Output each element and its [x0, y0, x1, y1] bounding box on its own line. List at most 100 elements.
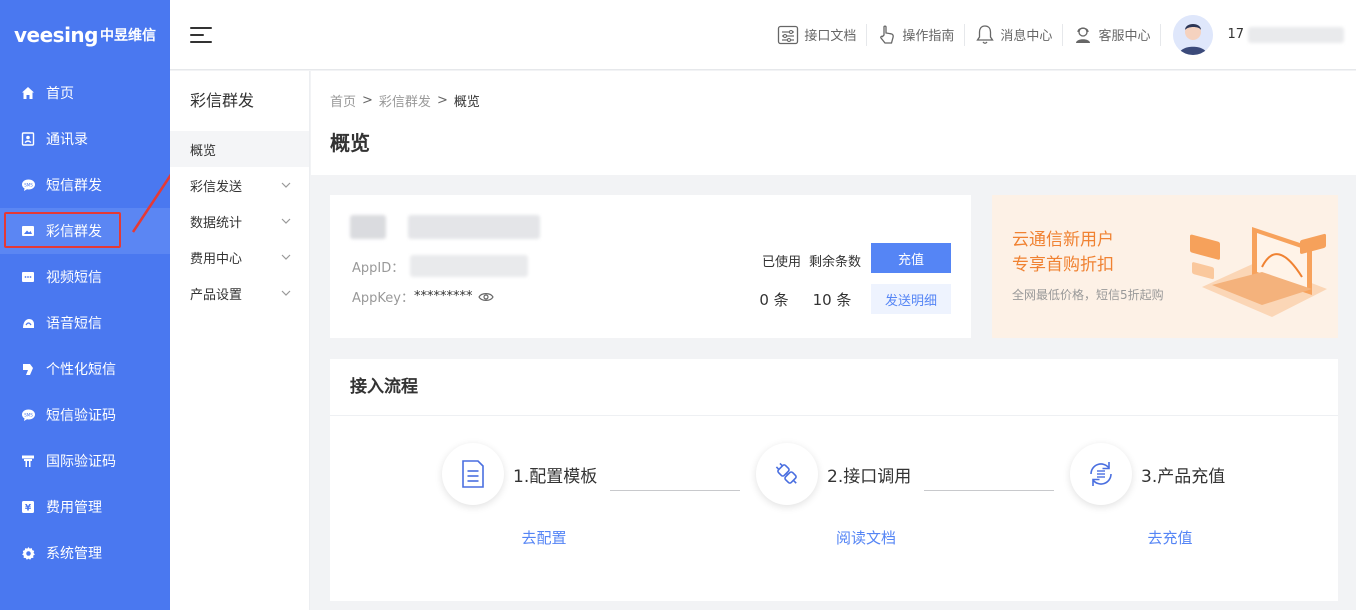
step-connector — [924, 490, 1054, 491]
appid-row: AppID： — [352, 255, 529, 277]
go-configure-link[interactable]: 去配置 — [504, 527, 584, 548]
remaining-label: 剩余条数 — [808, 255, 861, 270]
remaining-value: 10 条 — [812, 291, 852, 309]
svg-text:¥: ¥ — [25, 504, 32, 514]
laptop-illustration — [1190, 227, 1327, 317]
header-link-guide[interactable]: 操作指南 — [867, 23, 966, 46]
international-code-icon — [20, 453, 36, 469]
eye-icon[interactable] — [478, 291, 495, 303]
refresh-icon — [1090, 462, 1112, 486]
menu-toggle-icon[interactable] — [190, 22, 212, 48]
logo-text-en: veesing — [14, 23, 98, 47]
plug-icon — [775, 462, 797, 484]
used-label: 已使用 — [761, 255, 801, 270]
sidebar-item-label: 彩信群发 — [46, 224, 102, 240]
submenu: 彩信群发 概览 彩信发送 数据统计 费用中心 产品设置 — [170, 71, 310, 610]
step-icon-circle — [1070, 443, 1132, 505]
gear-icon — [20, 545, 36, 561]
sidebar-item-home[interactable]: 首页 — [0, 70, 170, 116]
personalized-sms-icon — [20, 361, 36, 377]
phone-prefix: 17 — [1227, 27, 1244, 42]
step-icon-circle — [442, 443, 504, 505]
svg-text:SMS: SMS — [24, 182, 33, 187]
sidebar-item-billing[interactable]: ¥ 费用管理 — [0, 484, 170, 530]
step-label: 1.配置模板 — [513, 466, 598, 487]
breadcrumb-parent[interactable]: 彩信群发 — [379, 91, 431, 110]
sidebar: veesing 中昱维信 首页 通讯录 SMS 短信群发 彩信群发 视频短信 语… — [0, 0, 170, 610]
app-name-mask — [408, 215, 540, 239]
step-label: 2.接口调用 — [827, 466, 912, 487]
user-avatar-icon — [1173, 14, 1214, 55]
submenu-item-overview[interactable]: 概览 — [170, 131, 309, 167]
header-link-label: 消息中心 — [1000, 29, 1053, 44]
chevron-down-icon — [281, 254, 291, 260]
submenu-item-statistics[interactable]: 数据统计 — [170, 203, 309, 239]
sidebar-item-system[interactable]: 系统管理 — [0, 530, 170, 576]
appkey-row: AppKey： ********* — [352, 287, 495, 306]
read-docs-link[interactable]: 阅读文档 — [826, 527, 906, 548]
app-info-card: AppID： AppKey： ********* 已使用 剩余条数 0 条 10… — [330, 195, 971, 338]
submenu-title: 彩信群发 — [190, 91, 255, 110]
header-link-api-doc[interactable]: 接口文档 — [767, 23, 868, 46]
appkey-label: AppKey： — [352, 291, 414, 306]
app-name-masked — [350, 215, 540, 239]
promo-subtitle: 全网最低价格，短信5折起购 — [1012, 288, 1164, 302]
voice-sms-icon — [20, 315, 36, 331]
submenu-item-fee-center[interactable]: 费用中心 — [170, 239, 309, 275]
header-link-label: 接口文档 — [804, 29, 857, 44]
sidebar-item-video-sms[interactable]: 视频短信 — [0, 254, 170, 300]
go-recharge-link[interactable]: 去充值 — [1130, 527, 1210, 548]
mms-icon — [20, 223, 36, 239]
sidebar-item-international-code[interactable]: 国际验证码 — [0, 438, 170, 484]
send-detail-button[interactable]: 发送明细 — [871, 284, 951, 314]
top-header: 接口文档 操作指南 消息中心 客服中心 17 — [170, 0, 1356, 70]
sidebar-item-personalized-sms[interactable]: 个性化短信 — [0, 346, 170, 392]
submenu-item-label: 费用中心 — [190, 251, 243, 267]
step-icon-circle — [756, 443, 818, 505]
access-flow-card: 接入流程 1.配置模板 2.接口调用 3.产品充值 去配置 阅读文档 去充值 — [330, 359, 1338, 601]
api-doc-icon — [778, 25, 799, 44]
step-label: 3.产品充值 — [1141, 466, 1226, 487]
sidebar-nav: 首页 通讯录 SMS 短信群发 彩信群发 视频短信 语音短信 个性化短信 SMS — [0, 70, 170, 576]
breadcrumb: 首页 > 彩信群发 > 概览 — [330, 91, 1356, 110]
submenu-item-mms-send[interactable]: 彩信发送 — [170, 167, 309, 203]
header-link-customer-service[interactable]: 客服中心 — [1063, 23, 1162, 46]
used-value: 0 条 — [759, 291, 789, 309]
sidebar-item-label: 个性化短信 — [46, 362, 116, 378]
breadcrumb-home[interactable]: 首页 — [330, 91, 356, 110]
bell-icon — [976, 24, 995, 44]
usage-values: 0 条 10 条 — [745, 289, 861, 310]
video-sms-icon — [20, 269, 36, 285]
breadcrumb-separator: > — [362, 93, 373, 108]
sidebar-item-label: 通讯录 — [46, 132, 88, 148]
chevron-down-icon — [281, 182, 291, 188]
sidebar-item-label: 费用管理 — [46, 500, 102, 516]
promo-banner[interactable]: 云通信新用户 专享首购折扣 全网最低价格，短信5折起购 — [992, 195, 1338, 338]
avatar[interactable] — [1173, 14, 1214, 55]
flow-step-3: 3.产品充值 — [1070, 443, 1225, 505]
sidebar-item-label: 短信群发 — [46, 178, 102, 194]
sidebar-item-label: 语音短信 — [46, 316, 102, 332]
page-header: 首页 > 彩信群发 > 概览 概览 — [311, 71, 1356, 175]
main-content: 首页 > 彩信群发 > 概览 概览 AppID： AppKey： *******… — [311, 71, 1356, 610]
sidebar-item-label: 首页 — [46, 86, 74, 102]
contacts-icon — [20, 131, 36, 147]
header-link-messages[interactable]: 消息中心 — [965, 23, 1064, 46]
header-link-label: 操作指南 — [902, 29, 955, 44]
promo-title-line1: 云通信新用户 — [1012, 230, 1114, 250]
phone-masked — [1248, 26, 1344, 43]
usage-labels: 已使用 剩余条数 — [762, 251, 861, 270]
recharge-button[interactable]: 充值 — [871, 243, 951, 273]
sidebar-item-label: 国际验证码 — [46, 454, 116, 470]
sms-code-icon: SMS — [20, 407, 36, 423]
breadcrumb-current: 概览 — [453, 95, 480, 110]
sidebar-item-voice-sms[interactable]: 语音短信 — [0, 300, 170, 346]
logo[interactable]: veesing 中昱维信 — [0, 0, 170, 70]
sidebar-item-sms-code[interactable]: SMS 短信验证码 — [0, 392, 170, 438]
submenu-item-product-settings[interactable]: 产品设置 — [170, 275, 309, 311]
user-phone[interactable]: 17 — [1227, 26, 1344, 43]
breadcrumb-separator: > — [436, 93, 448, 108]
flow-step-2: 2.接口调用 — [756, 443, 911, 505]
sidebar-item-label: 视频短信 — [46, 270, 102, 286]
submenu-item-label: 彩信发送 — [190, 179, 243, 195]
